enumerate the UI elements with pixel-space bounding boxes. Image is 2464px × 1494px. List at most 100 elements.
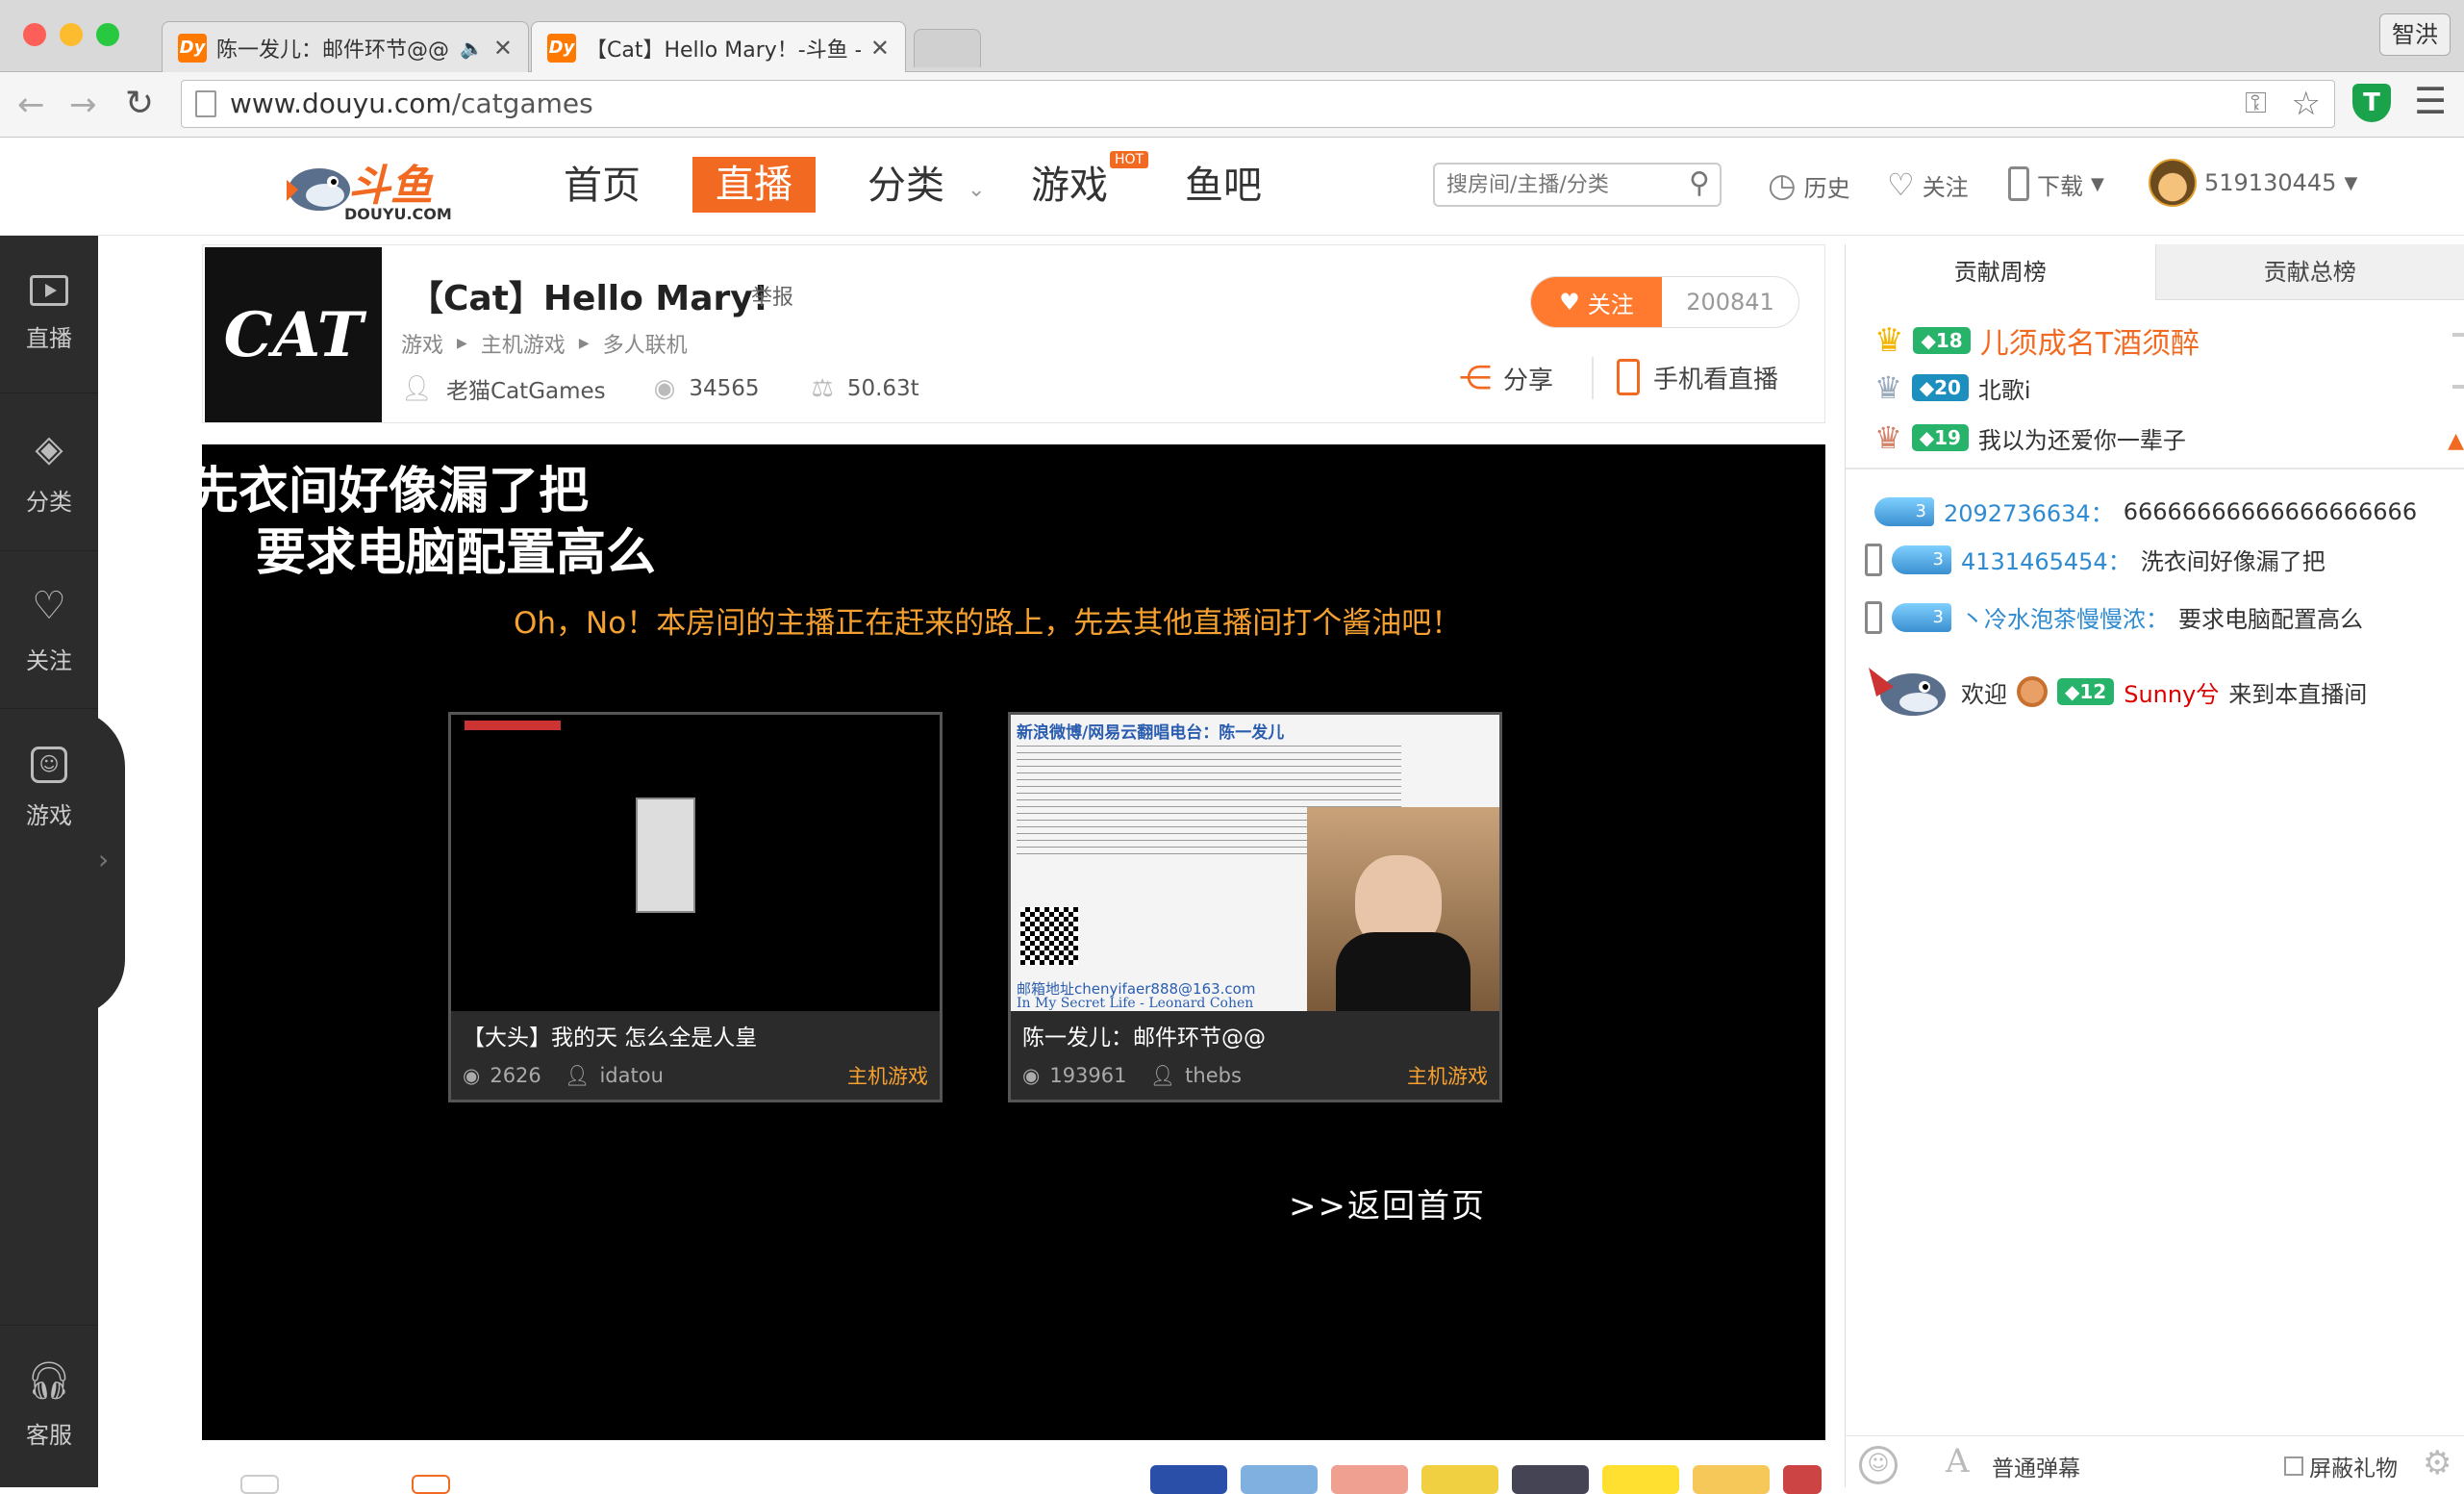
play-screen-icon xyxy=(30,275,68,306)
welcome-user[interactable]: Sunny兮 xyxy=(2124,675,2219,709)
tab-total-rank[interactable]: 贡献总榜 xyxy=(2155,244,2464,300)
room-avatar[interactable]: CAT xyxy=(205,247,382,422)
owner-name[interactable]: 老猫CatGames xyxy=(446,372,606,405)
tab-title: 【Cat】Hello Mary！-斗鱼 - xyxy=(586,33,861,63)
chevron-right-icon[interactable]: › xyxy=(98,844,109,875)
douyu-logo[interactable]: 斗鱼 DOUYU.COM xyxy=(279,151,471,224)
browser-tab-active[interactable]: Dy 【Cat】Hello Mary！-斗鱼 - ✕ xyxy=(531,21,906,73)
gear-icon[interactable]: ⚙ xyxy=(2423,1444,2451,1482)
follow-widget: ♥ 关注 200841 xyxy=(1530,276,1799,328)
gift-item-icon[interactable] xyxy=(1693,1465,1770,1494)
download-link[interactable]: 下载 ▼ xyxy=(2008,166,2104,201)
gift-item-icon[interactable] xyxy=(1783,1465,1822,1494)
bookmark-star-icon[interactable]: ☆ xyxy=(2292,81,2321,127)
douyu-favicon-icon: Dy xyxy=(547,34,576,63)
card-category[interactable]: 主机游戏 xyxy=(847,1061,928,1090)
level-badge: ◆12 xyxy=(2057,678,2114,705)
search-icon[interactable]: ⚲ xyxy=(1689,166,1710,200)
welcome-suffix: 来到本直播间 xyxy=(2228,675,2367,709)
zoom-window-icon[interactable] xyxy=(96,23,119,46)
gift-item-icon[interactable] xyxy=(1421,1465,1498,1494)
nav-category[interactable]: 分类 xyxy=(867,157,944,215)
forward-icon[interactable]: → xyxy=(69,86,97,124)
caret-down-icon: ▼ xyxy=(2091,174,2104,194)
back-home-link[interactable]: >>返回首页 xyxy=(1289,1179,1486,1227)
divider xyxy=(1846,468,2464,469)
streamer-cam xyxy=(1307,807,1499,1011)
nav-games[interactable]: 游戏 xyxy=(1031,157,1108,215)
chat-user[interactable]: 丶冷水泡茶慢慢浓： xyxy=(1961,600,2169,634)
checkbox[interactable] xyxy=(2284,1456,2303,1476)
tab-close-icon[interactable]: ✕ xyxy=(870,35,890,62)
sidebar-item-games[interactable]: ☺ 游戏 xyxy=(0,709,98,867)
minimize-window-icon[interactable] xyxy=(60,23,83,46)
gift-item-icon[interactable] xyxy=(1602,1465,1679,1494)
chat-message: 3 2092736634： 66666666666666666666 xyxy=(1874,494,2417,528)
browser-tab[interactable]: Dy 陈一发儿：邮件环节@@- 🔈 ✕ xyxy=(162,21,529,73)
breadcrumb-item[interactable]: 多人联机 xyxy=(603,328,688,359)
smile-icon: ☺ xyxy=(31,747,67,783)
crown-gold-icon: ♛ xyxy=(1874,321,1903,360)
nav-live[interactable]: 直播 xyxy=(692,157,816,213)
block-gift-label: 屏蔽礼物 xyxy=(2309,1450,2398,1482)
nav-home[interactable]: 首页 xyxy=(564,157,641,215)
close-window-icon[interactable] xyxy=(23,23,46,46)
search-input[interactable] xyxy=(1435,165,1666,205)
reload-icon[interactable]: ↻ xyxy=(125,84,154,123)
follow-count: 200841 xyxy=(1662,277,1798,327)
speaker-icon[interactable]: 🔈 xyxy=(460,37,484,60)
follow-button-label: 关注 xyxy=(1588,286,1634,319)
history-link[interactable]: ◷ 历史 xyxy=(1768,166,1850,205)
gift-item-icon[interactable] xyxy=(1150,1465,1227,1494)
sidebar-label: 分类 xyxy=(26,483,72,517)
chat-user[interactable]: 4131465454： xyxy=(1961,543,2131,576)
back-icon[interactable]: ← xyxy=(17,86,45,124)
follow-link[interactable]: ♡ 关注 xyxy=(1887,166,1969,203)
menu-icon[interactable]: ☰ xyxy=(2414,80,2447,122)
nav-fishbar[interactable]: 鱼吧 xyxy=(1185,157,1262,215)
search-box[interactable]: ⚲ xyxy=(1433,163,1722,207)
block-gift-toggle[interactable]: 屏蔽礼物 xyxy=(2284,1450,2398,1482)
tab-close-icon[interactable]: ✕ xyxy=(493,35,513,62)
key-icon[interactable]: ⚿ xyxy=(2245,81,2267,127)
url-field[interactable]: www.douyu.com/catgames ⚿ ☆ xyxy=(181,80,2335,128)
user-menu[interactable]: 519130445 ▼ xyxy=(2149,159,2357,207)
tab-weekly-rank[interactable]: 贡献周榜 xyxy=(1846,244,2155,300)
gift-slot-icon[interactable] xyxy=(240,1475,279,1494)
breadcrumb-item[interactable]: 主机游戏 xyxy=(481,328,566,359)
recommended-room-card[interactable]: 新浪微博/网易云翻唱电台：陈一发儿 邮箱地址chenyifaer888@163.… xyxy=(1008,712,1502,1102)
mobile-icon xyxy=(1865,601,1882,634)
chat-user[interactable]: 2092736634： xyxy=(1944,494,2114,528)
medal-icon xyxy=(2017,676,2048,707)
mobile-watch-button[interactable]: 手机看直播 xyxy=(1617,359,1778,395)
sidebar-item-live[interactable]: 直播 xyxy=(0,236,98,393)
card-category[interactable]: 主机游戏 xyxy=(1407,1061,1488,1090)
breadcrumb-item[interactable]: 游戏 xyxy=(401,328,443,359)
sidebar-item-category[interactable]: ◈ 分类 xyxy=(0,393,98,551)
eye-icon: ◉ xyxy=(463,1064,480,1087)
rank-name[interactable]: 儿须成名T酒须醉 xyxy=(1980,319,2200,362)
follow-label: 关注 xyxy=(1923,168,1969,202)
new-tab-button[interactable] xyxy=(914,29,981,67)
font-style-icon[interactable]: A xyxy=(1946,1442,1970,1481)
sidebar-item-follow[interactable]: ♡ 关注 xyxy=(0,551,98,709)
emoji-icon[interactable]: ☺ xyxy=(1859,1446,1898,1484)
profile-button[interactable]: 智洪 xyxy=(2379,13,2451,56)
logo-text: 斗鱼 xyxy=(348,151,433,213)
gift-item-icon[interactable] xyxy=(1512,1465,1589,1494)
follow-button[interactable]: ♥ 关注 xyxy=(1531,277,1662,327)
sidebar-label: 关注 xyxy=(26,642,72,675)
share-button[interactable]: ⋲ 分享 xyxy=(1459,359,1553,397)
report-link[interactable]: 举报 xyxy=(751,280,793,311)
gift-item-icon[interactable] xyxy=(1331,1465,1408,1494)
rank-name[interactable]: 我以为还爱你一辈子 xyxy=(1978,421,2186,455)
danmaku-mode[interactable]: 普通弹幕 xyxy=(1992,1450,2080,1482)
gift-item-icon[interactable] xyxy=(1241,1465,1318,1494)
qr-code xyxy=(1020,907,1078,965)
gift-slot-icon[interactable] xyxy=(412,1475,450,1494)
level-badge: ◆19 xyxy=(1912,424,1969,451)
extension-shield-icon[interactable]: T xyxy=(2352,84,2391,122)
sidebar-item-service[interactable]: 🎧︎ 客服 xyxy=(0,1325,98,1482)
recommended-room-card[interactable]: 【大头】我的天 怎么全是人皇 ◉2626 👤︎idatou 主机游戏 xyxy=(448,712,943,1102)
rank-name[interactable]: 北歌i xyxy=(1978,371,2031,405)
